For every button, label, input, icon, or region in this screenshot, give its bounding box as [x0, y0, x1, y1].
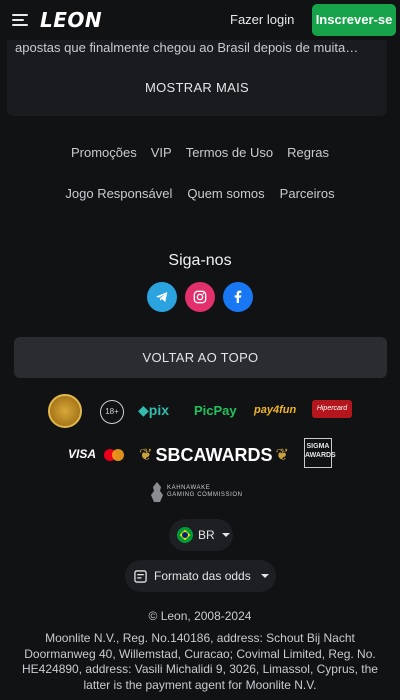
pix-logo: ◆pix: [138, 402, 170, 418]
facebook-icon[interactable]: [223, 282, 253, 312]
copyright-text: © Leon, 2008-2024: [148, 609, 252, 623]
follow-us-title: Siga-nos: [168, 252, 232, 269]
language-value: BR: [198, 528, 215, 542]
back-to-top-button[interactable]: VOLTAR AO TOPO: [14, 337, 387, 378]
header: LEON Fazer login Inscrever-se: [0, 0, 400, 40]
legal-text: Moonlite N.V., Reg. No.140186, address: …: [22, 631, 378, 692]
footer-link-about-us[interactable]: Quem somos: [187, 186, 264, 201]
odds-format-selector[interactable]: Formato das odds: [125, 560, 276, 592]
visa-logo: VISA: [68, 447, 97, 461]
footer-links-row-2: Jogo Responsável Quem somos Parceiros: [0, 186, 400, 201]
description-card: apostas que finalmente chegou ao Brasil …: [7, 30, 387, 116]
footer-link-vip[interactable]: VIP: [151, 145, 172, 160]
language-selector[interactable]: BR: [169, 519, 233, 551]
social-links: [0, 282, 400, 312]
login-button[interactable]: Fazer login: [222, 8, 302, 32]
footer-link-rules[interactable]: Regras: [287, 145, 329, 160]
show-more-button[interactable]: MOSTRAR MAIS: [7, 80, 387, 95]
register-button[interactable]: Inscrever-se: [312, 4, 396, 36]
award-seal-icon: [48, 394, 82, 428]
footer-link-partners[interactable]: Parceiros: [280, 186, 335, 201]
pay4fun-logo: pay4fun: [254, 404, 297, 416]
age-restriction-badge: 18+: [100, 400, 124, 424]
sbc-awards-logo: ❦ SBCAWARDS ❦: [139, 444, 289, 465]
footer-link-terms[interactable]: Termos de Uso: [186, 145, 273, 160]
kahnawake-gaming-commission-logo: KAHNAWAKE GAMING COMMISSION: [150, 481, 250, 503]
hipercard-logo: Hipercard: [312, 400, 352, 418]
partner-logos-row-2: VISA ❦ SBCAWARDS ❦ SIGMA AWARDS: [66, 438, 336, 474]
sigma-awards-logo: SIGMA AWARDS: [304, 438, 336, 468]
footer-link-responsible-gaming[interactable]: Jogo Responsável: [65, 186, 172, 201]
mastercard-icon: [104, 449, 124, 461]
kahnawake-emblem-icon: [151, 482, 163, 502]
odds-format-label: Formato das odds: [154, 569, 251, 583]
telegram-icon[interactable]: [147, 282, 177, 312]
chevron-down-icon: [260, 574, 269, 578]
brazil-flag-icon: [177, 527, 193, 543]
footer-link-promotions[interactable]: Promoções: [71, 145, 137, 160]
description-text: apostas que finalmente chegou ao Brasil …: [15, 40, 359, 55]
footer-links-row-1: Promoções VIP Termos de Uso Regras: [0, 145, 400, 160]
partner-logos-row-1: 18+ ◆pix PicPay pay4fun Hipercard: [46, 394, 356, 430]
hamburger-menu-icon[interactable]: [12, 14, 28, 26]
picpay-logo: PicPay: [194, 403, 237, 418]
leon-logo[interactable]: LEON: [40, 8, 102, 32]
odds-format-icon: [134, 569, 147, 583]
instagram-icon[interactable]: [185, 282, 215, 312]
chevron-down-icon: [221, 533, 230, 537]
